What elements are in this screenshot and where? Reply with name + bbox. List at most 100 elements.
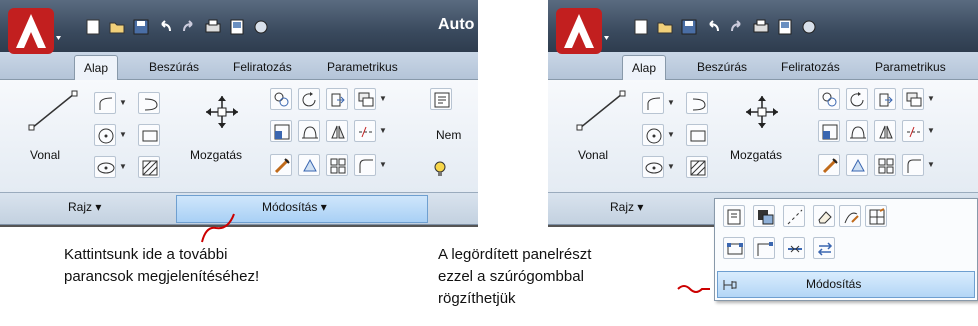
edit-spline-icon[interactable]	[839, 205, 861, 227]
copy-icon[interactable]	[818, 88, 840, 110]
annotation-wave	[677, 285, 710, 293]
circle-icon[interactable]	[642, 124, 664, 146]
polyline-icon[interactable]	[642, 92, 664, 114]
move-icon[interactable]	[204, 94, 240, 130]
tab-alap[interactable]: Alap	[622, 55, 667, 80]
chamfer-icon[interactable]	[753, 237, 775, 259]
circle-icon[interactable]	[94, 124, 116, 146]
mirror-icon[interactable]	[326, 120, 348, 142]
autocad-logo-icon[interactable]	[2, 2, 64, 64]
new-icon[interactable]	[84, 18, 102, 36]
circle-dropdown[interactable]: ▼	[666, 124, 676, 146]
text-style-value[interactable]: Nem	[436, 128, 461, 142]
fillet-dropdown[interactable]: ▼	[926, 154, 936, 176]
array-edit-icon[interactable]	[846, 154, 868, 176]
pushpin-icon[interactable]	[722, 278, 738, 292]
panel-modositas[interactable]: Módosítás ▾	[262, 200, 327, 214]
tab-parametrikus[interactable]: Parametrikus	[318, 55, 407, 80]
panel-rajz[interactable]: Rajz ▾	[610, 200, 643, 214]
text-style-icon[interactable]	[430, 88, 452, 110]
undo-icon[interactable]	[704, 18, 722, 36]
new-icon[interactable]	[632, 18, 650, 36]
print-icon[interactable]	[752, 18, 770, 36]
polyline-icon[interactable]	[94, 92, 116, 114]
tab-feliratozas[interactable]: Feliratozás	[224, 55, 301, 80]
erase-icon[interactable]	[813, 205, 835, 227]
ellipse-dropdown[interactable]: ▼	[118, 156, 128, 178]
align-icon[interactable]	[783, 237, 805, 259]
line-tool-label[interactable]: Vonal	[578, 148, 608, 162]
lengthen-icon[interactable]	[723, 205, 745, 227]
explode-icon[interactable]	[865, 205, 887, 227]
join-icon[interactable]	[723, 237, 745, 259]
layer-dropdown[interactable]: ▼	[926, 88, 936, 110]
scale-icon[interactable]	[270, 154, 292, 176]
print-icon[interactable]	[204, 18, 222, 36]
tab-parametrikus[interactable]: Parametrikus	[866, 55, 955, 80]
plot-icon[interactable]	[776, 18, 794, 36]
fillet-dropdown[interactable]: ▼	[378, 154, 388, 176]
tab-beszuras[interactable]: Beszúrás	[688, 55, 756, 80]
mirror-image-icon[interactable]	[846, 120, 868, 142]
hatch-icon[interactable]	[686, 156, 708, 178]
save-icon[interactable]	[132, 18, 150, 36]
ellipse-icon[interactable]	[642, 156, 664, 178]
autocad-logo-icon[interactable]	[550, 2, 612, 64]
mirror-icon[interactable]	[874, 120, 896, 142]
move-icon[interactable]	[744, 94, 780, 130]
polyline-dropdown[interactable]: ▼	[666, 92, 676, 114]
mirror-image-icon[interactable]	[298, 120, 320, 142]
tab-feliratozas[interactable]: Feliratozás	[772, 55, 849, 80]
layer-icon[interactable]	[354, 88, 376, 110]
arc-icon[interactable]	[138, 92, 160, 114]
line-tool-label[interactable]: Vonal	[30, 148, 60, 162]
ellipse-dropdown[interactable]: ▼	[666, 156, 676, 178]
stretch-icon[interactable]	[818, 120, 840, 142]
undo-icon[interactable]	[156, 18, 174, 36]
dimension-icon[interactable]	[354, 120, 376, 142]
redo-icon[interactable]	[728, 18, 746, 36]
move-tool-label[interactable]: Mozgatás	[730, 148, 782, 162]
tab-alap[interactable]: Alap	[74, 55, 119, 80]
reverse-icon[interactable]	[813, 237, 835, 259]
fillet-icon[interactable]	[354, 154, 376, 176]
trim-icon[interactable]	[326, 88, 348, 110]
arc-icon[interactable]	[686, 92, 708, 114]
dimension-icon[interactable]	[902, 120, 924, 142]
dimension-dropdown[interactable]: ▼	[378, 120, 388, 142]
break-icon[interactable]	[783, 205, 805, 227]
polyline-dropdown[interactable]: ▼	[118, 92, 128, 114]
line-icon[interactable]	[28, 90, 78, 132]
publish-icon[interactable]	[800, 18, 818, 36]
fillet-icon[interactable]	[902, 154, 924, 176]
rotate-icon[interactable]	[298, 88, 320, 110]
layer-dropdown[interactable]: ▼	[378, 88, 388, 110]
stretch-icon[interactable]	[270, 120, 292, 142]
tab-beszuras[interactable]: Beszúrás	[140, 55, 208, 80]
save-icon[interactable]	[680, 18, 698, 36]
layer-icon[interactable]	[902, 88, 924, 110]
copy-properties-icon[interactable]	[753, 205, 775, 227]
dimension-dropdown[interactable]: ▼	[926, 120, 936, 142]
array-edit-icon[interactable]	[298, 154, 320, 176]
array-icon[interactable]	[874, 154, 896, 176]
panel-rajz[interactable]: Rajz ▾	[68, 200, 101, 214]
copy-icon[interactable]	[270, 88, 292, 110]
trim-icon[interactable]	[874, 88, 896, 110]
publish-icon[interactable]	[252, 18, 270, 36]
rectangle-icon[interactable]	[686, 124, 708, 146]
bulb-icon[interactable]	[432, 160, 448, 178]
line-icon[interactable]	[576, 90, 626, 132]
rectangle-icon[interactable]	[138, 124, 160, 146]
open-icon[interactable]	[656, 18, 674, 36]
move-tool-label[interactable]: Mozgatás	[190, 148, 242, 162]
hatch-icon[interactable]	[138, 156, 160, 178]
array-icon[interactable]	[326, 154, 348, 176]
redo-icon[interactable]	[180, 18, 198, 36]
plot-icon[interactable]	[228, 18, 246, 36]
ellipse-icon[interactable]	[94, 156, 116, 178]
scale-icon[interactable]	[818, 154, 840, 176]
circle-dropdown[interactable]: ▼	[118, 124, 128, 146]
rotate-icon[interactable]	[846, 88, 868, 110]
open-icon[interactable]	[108, 18, 126, 36]
